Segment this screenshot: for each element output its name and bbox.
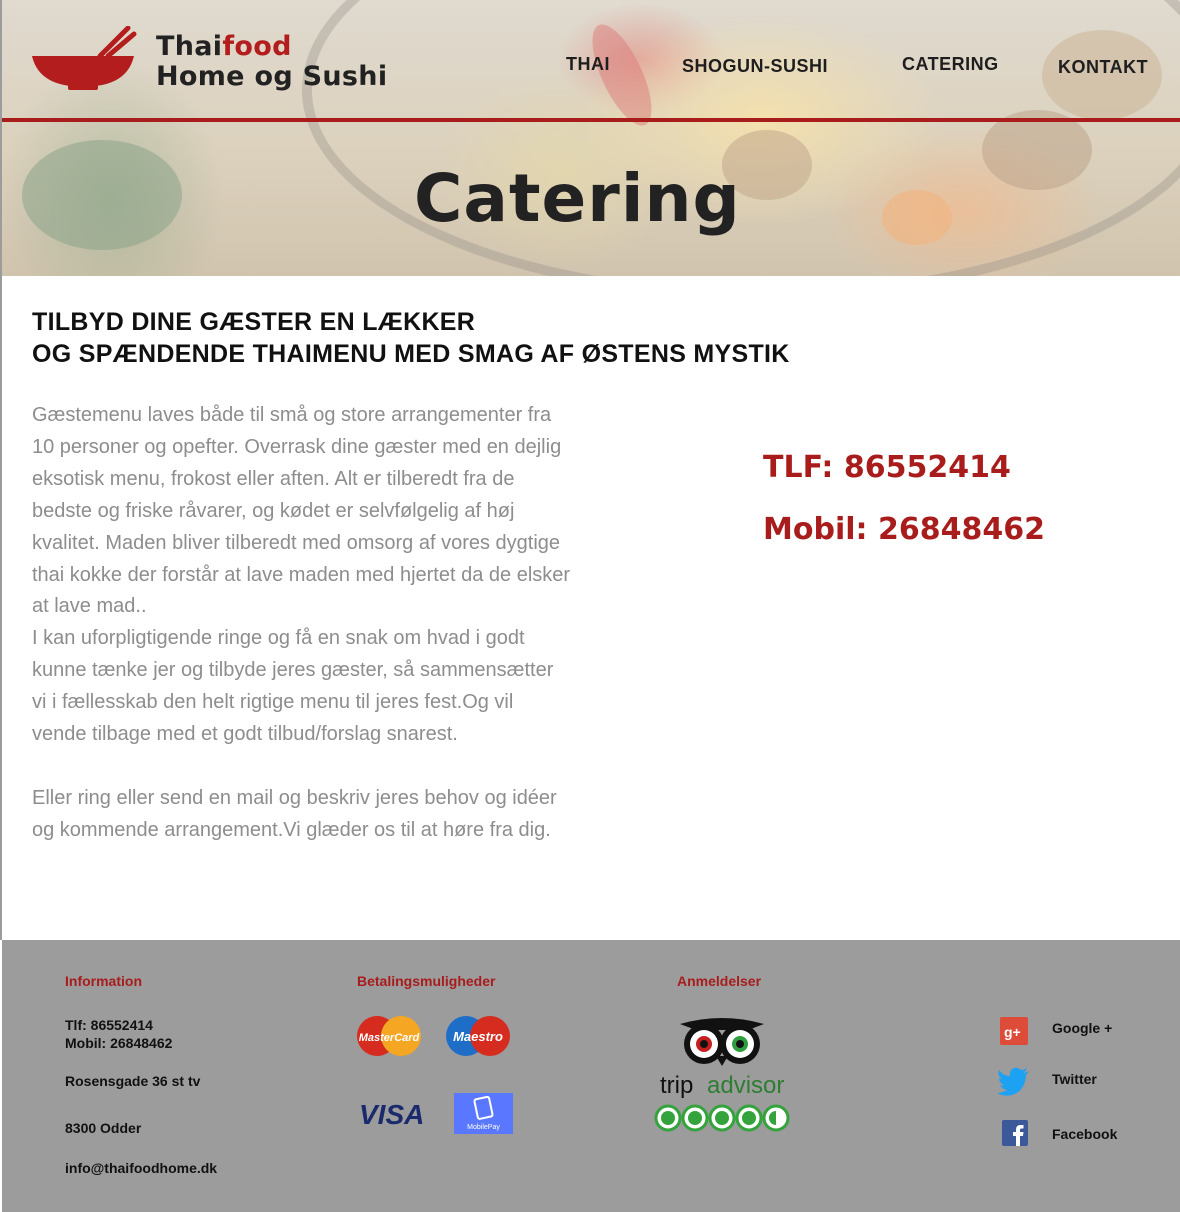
social-twitter-link[interactable]: Twitter: [1052, 1071, 1097, 1087]
nav-kontakt[interactable]: KONTAKT: [1058, 57, 1148, 78]
rating-bubble-icon: [681, 1104, 709, 1132]
nav-shogun-sushi[interactable]: SHOGUN-SUSHI: [682, 56, 828, 77]
tripadvisor-advisor: advisor: [707, 1072, 784, 1099]
phone-mobil-link[interactable]: Mobil: 26848462: [763, 512, 1045, 547]
visa-icon: VISA: [359, 1099, 424, 1130]
footer-city: 8300 Odder: [65, 1120, 142, 1136]
footer-mobil: Mobil: 26848462: [65, 1035, 173, 1051]
svg-text:g+: g+: [1004, 1024, 1021, 1040]
social-facebook-link[interactable]: Facebook: [1052, 1126, 1117, 1142]
headline-line-2: OG SPÆNDENDE THAIMENU MED SMAG AF ØSTENS…: [32, 340, 790, 368]
page-title: Catering: [414, 160, 741, 237]
mobilepay-label: MobilePay: [467, 1124, 500, 1131]
catering-headline: TILBYD DINE GÆSTER EN LÆKKER OG SPÆNDEND…: [32, 306, 790, 370]
paragraph: Eller ring eller send en mail og beskriv…: [32, 786, 557, 841]
social-google-plus-link[interactable]: Google +: [1052, 1020, 1112, 1036]
mastercard-icon: MasterCard: [357, 1016, 421, 1056]
rating-bubble-icon: [654, 1104, 682, 1132]
site-footer: Information Tlf: 86552414 Mobil: 2684846…: [2, 940, 1180, 1212]
google-plus-icon[interactable]: g+: [1000, 1017, 1028, 1045]
tripadvisor-trip: trip: [660, 1072, 693, 1099]
maestro-label: Maestro: [453, 1029, 503, 1044]
rating-bubble-icon: [735, 1104, 763, 1132]
phone-tlf-link[interactable]: TLF: 86552414: [763, 450, 1011, 485]
footer-heading-payment: Betalingsmuligheder: [357, 973, 496, 989]
footer-address: Rosensgade 36 st tv: [65, 1073, 201, 1089]
twitter-icon[interactable]: [998, 1066, 1030, 1096]
footer-email-link[interactable]: info@thaifoodhome.dk: [65, 1159, 217, 1177]
mobilepay-icon: MobilePay: [454, 1093, 513, 1134]
facebook-icon[interactable]: [1002, 1120, 1028, 1146]
rating-half-bubble-icon: [762, 1104, 790, 1132]
header-divider: [2, 118, 1180, 122]
catering-description: Gæstemenu laves både til små og store ar…: [32, 400, 572, 847]
headline-line-1: TILBYD DINE GÆSTER EN LÆKKER: [32, 308, 476, 336]
visa-label: VISA: [359, 1099, 424, 1130]
rating-bubble-icon: [708, 1104, 736, 1132]
nav-thai[interactable]: THAI: [566, 54, 610, 75]
rating-bubbles: [654, 1104, 790, 1132]
paragraph: I kan uforpligtigende ringe og få en sna…: [32, 627, 554, 746]
main-nav: THAI SHOGUN-SUSHI CATERING KONTAKT: [0, 52, 1180, 82]
maestro-icon: Maestro: [446, 1016, 510, 1056]
paragraph: Gæstemenu laves både til små og store ar…: [32, 404, 571, 618]
footer-contact: Tlf: 86552414 Mobil: 26848462: [65, 1016, 172, 1052]
footer-heading-reviews: Anmeldelser: [677, 973, 762, 989]
footer-tlf: Tlf: 86552414: [65, 1017, 153, 1033]
nav-catering[interactable]: CATERING: [902, 54, 999, 75]
footer-heading-information: Information: [65, 973, 142, 989]
mastercard-label: MasterCard: [359, 1032, 420, 1044]
